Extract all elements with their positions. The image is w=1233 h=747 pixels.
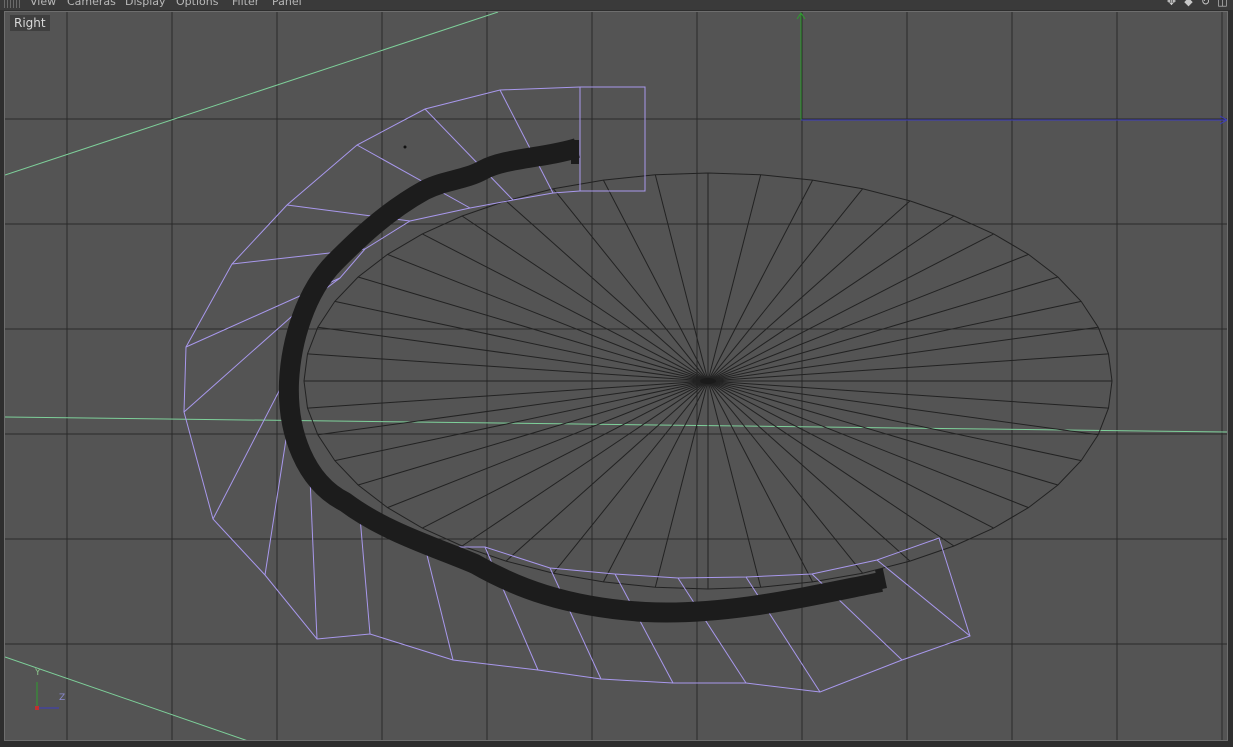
disk-spoke <box>602 380 709 583</box>
disk-spoke <box>707 380 994 529</box>
menu-panel[interactable]: Panel <box>272 0 302 8</box>
disk-spoke <box>707 353 1109 382</box>
disk-center <box>700 378 716 384</box>
move-view-icon[interactable]: ✥ <box>1165 0 1178 7</box>
axis-gizmo: Y Z <box>31 668 71 716</box>
right-viewport[interactable]: Right Y Z <box>4 11 1228 741</box>
viewport-menubar: View Cameras Display Options Filter Pane… <box>0 0 1233 10</box>
menubar-grip[interactable] <box>4 0 20 8</box>
disk-wireframe[interactable] <box>303 172 1113 590</box>
disk-spoke <box>357 380 709 486</box>
disk-spoke <box>707 380 1109 409</box>
menu-filter[interactable]: Filter <box>232 0 259 8</box>
viewport-nav-icons: ✥ ◆ ↻ ◫ <box>1165 0 1229 7</box>
disk-spoke <box>307 380 709 409</box>
disk-spoke <box>422 380 709 529</box>
menu-view[interactable]: View <box>30 0 56 8</box>
stray-vertex <box>403 145 407 149</box>
spline-start-cap <box>571 140 579 164</box>
gizmo-z-label: Z <box>59 693 66 703</box>
disk-spoke <box>707 300 1082 382</box>
cage-segment <box>309 477 318 640</box>
disk-spoke <box>553 380 709 574</box>
disk-spoke <box>334 300 709 382</box>
cage-segment <box>499 89 554 194</box>
disk-spoke <box>707 188 863 382</box>
cage-segment <box>876 559 971 637</box>
cage-segment <box>549 567 602 680</box>
viewport-label[interactable]: Right <box>10 15 50 31</box>
disk-spoke <box>707 200 911 382</box>
disk-spoke <box>707 174 762 382</box>
gizmo-y-label: Y <box>35 668 41 678</box>
disk-spoke <box>707 380 863 574</box>
scale-view-icon[interactable]: ◆ <box>1182 0 1195 7</box>
viewport-canvas[interactable] <box>5 12 1228 741</box>
disk-spoke <box>553 188 709 382</box>
disk-spoke <box>654 174 709 382</box>
cage-segment <box>359 516 371 635</box>
disk-spoke <box>602 179 709 382</box>
disk-spoke <box>334 380 709 462</box>
cage-segment <box>677 577 747 684</box>
disk-spoke <box>707 380 814 583</box>
menu-display[interactable]: Display <box>125 0 166 8</box>
cage-segment <box>614 573 674 684</box>
disk-spoke <box>707 380 1059 486</box>
rotate-view-icon[interactable]: ↻ <box>1199 0 1212 7</box>
disk-spoke <box>707 179 814 382</box>
toggle-panel-icon[interactable]: ◫ <box>1216 0 1229 7</box>
disk-spoke <box>422 233 709 382</box>
gizmo-origin <box>35 706 39 710</box>
disk-spoke <box>307 353 709 382</box>
disk-spoke <box>707 380 762 588</box>
thick-spline[interactable] <box>278 138 887 623</box>
disk-spoke <box>505 380 709 562</box>
disk-spoke <box>317 380 709 436</box>
disk-spoke <box>707 233 994 382</box>
guide-lines <box>5 12 1227 740</box>
disk-spoke <box>505 200 709 382</box>
menu-options[interactable]: Options <box>176 0 218 8</box>
menu-cameras[interactable]: Cameras <box>67 0 116 8</box>
guide-line-top <box>5 12 499 176</box>
disk-spoke <box>317 326 709 382</box>
disk-spoke <box>707 380 911 562</box>
disk-spoke <box>707 326 1099 382</box>
viewport-grid <box>5 12 1227 740</box>
disk-spoke <box>654 380 709 588</box>
disk-spoke <box>707 380 1082 462</box>
